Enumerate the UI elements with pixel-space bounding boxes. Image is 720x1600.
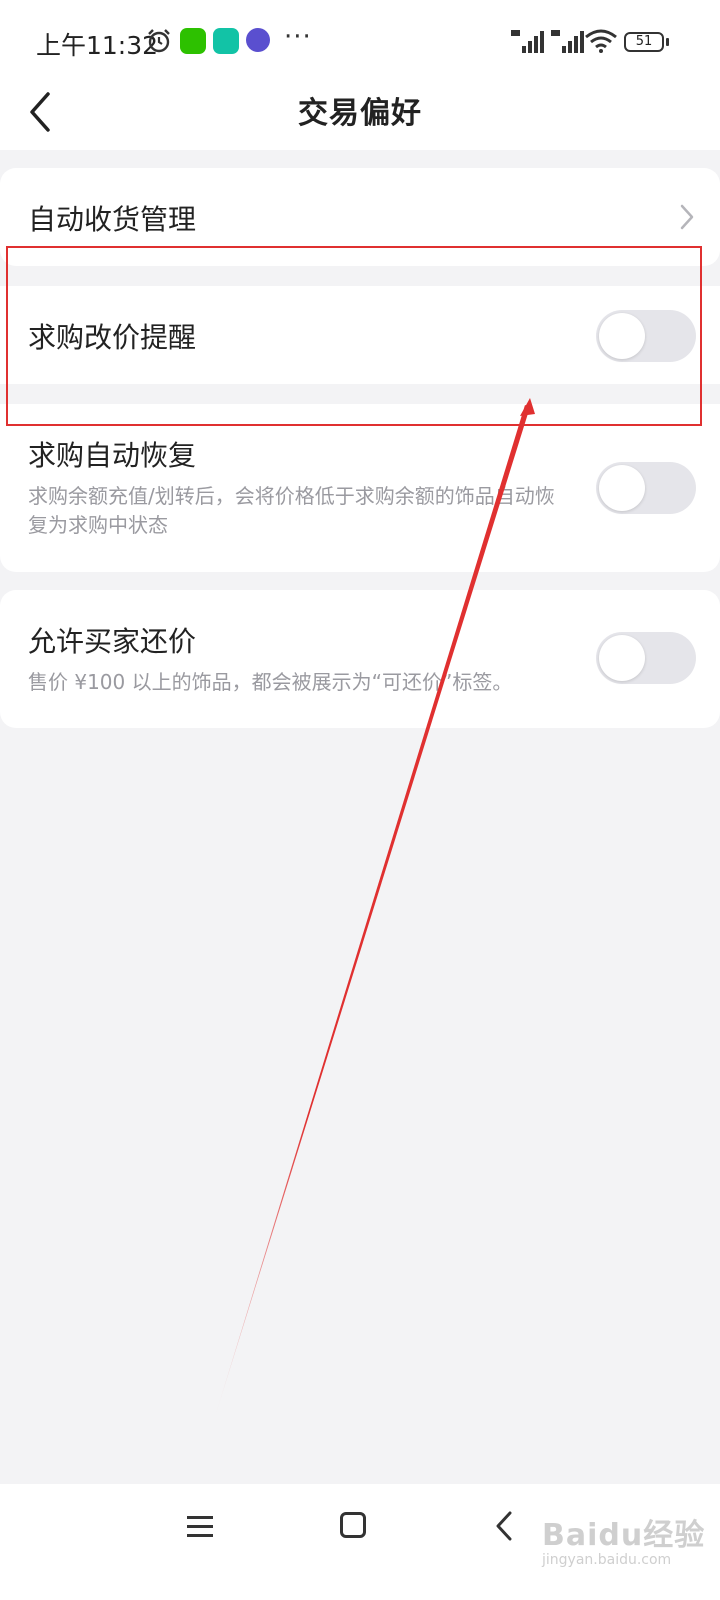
- allow-counter-offer-toggle[interactable]: [596, 632, 696, 684]
- buy-auto-restore-label: 求购自动恢复: [28, 439, 197, 472]
- navigation-header: 交易偏好: [0, 84, 720, 150]
- allow-counter-offer-label: 允许买家还价: [28, 625, 197, 658]
- toggle-knob: [599, 465, 645, 511]
- auto-receive-row[interactable]: 自动收货管理: [0, 168, 720, 266]
- nav-back-icon[interactable]: [494, 1510, 514, 1542]
- status-bar: 上午11:32 ··· 51: [0, 0, 720, 84]
- signal-icon: [511, 30, 544, 53]
- buy-price-alert-row: 求购改价提醒: [0, 286, 720, 384]
- status-time: 上午11:32: [36, 31, 159, 60]
- buy-price-alert-label: 求购改价提醒: [28, 321, 197, 354]
- wechat-icon: [180, 28, 206, 54]
- notification-app-icon: [246, 28, 270, 52]
- allow-counter-offer-row: 允许买家还价 售价 ¥100 以上的饰品，都会被展示为“可还价”标签。: [0, 590, 720, 728]
- menu-icon[interactable]: [186, 1514, 214, 1540]
- battery-icon: 51: [624, 32, 664, 52]
- allow-counter-offer-description: 售价 ¥100 以上的饰品，都会被展示为“可还价”标签。: [28, 670, 513, 694]
- battery-tip: [666, 38, 669, 46]
- signal-icon-2: [551, 30, 584, 53]
- buy-auto-restore-row: 求购自动恢复 求购余额充值/划转后，会将价格低于求购余额的饰品自动恢复为求购中状…: [0, 404, 720, 572]
- chevron-right-icon: [680, 204, 694, 230]
- auto-receive-label: 自动收货管理: [28, 203, 197, 236]
- buy-auto-restore-description: 求购余额充值/划转后，会将价格低于求购余额的饰品自动恢复为求购中状态: [28, 484, 555, 537]
- buy-auto-restore-toggle[interactable]: [596, 462, 696, 514]
- security-app-icon: [213, 28, 239, 54]
- watermark-brand: Baidu经验: [542, 1518, 706, 1553]
- wifi-icon: [585, 29, 617, 53]
- more-notifications-icon: ···: [284, 22, 312, 52]
- toggle-knob: [599, 635, 645, 681]
- home-icon[interactable]: [340, 1512, 366, 1538]
- alarm-icon: [148, 29, 170, 53]
- watermark-url: jingyan.baidu.com: [542, 1552, 672, 1568]
- buy-price-alert-toggle[interactable]: [596, 310, 696, 362]
- page-title: 交易偏好: [298, 96, 422, 131]
- toggle-knob: [599, 313, 645, 359]
